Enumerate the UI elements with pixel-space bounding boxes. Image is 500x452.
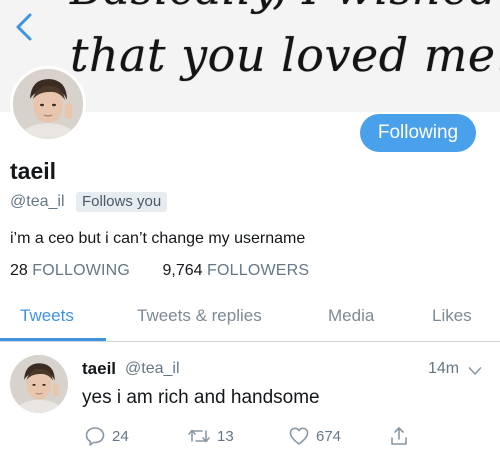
banner-text-line-2: that you loved me.	[70, 28, 500, 82]
following-button[interactable]: Following	[360, 114, 476, 152]
chevron-down-icon	[468, 367, 482, 375]
avatar-photo	[13, 69, 83, 139]
retweet-count: 13	[217, 427, 234, 445]
tab-tweets[interactable]: Tweets	[20, 306, 74, 326]
back-button[interactable]	[10, 10, 40, 44]
followers-count: 9,764	[162, 262, 203, 279]
followers-label: FOLLOWERS	[207, 262, 310, 279]
share-button[interactable]	[388, 425, 410, 447]
tweet-avatar[interactable]	[10, 355, 68, 413]
tab-likes[interactable]: Likes	[432, 306, 472, 326]
profile-bio: i’m a ceo but i can’t change my username	[10, 230, 306, 247]
reply-button[interactable]: 24	[84, 425, 129, 447]
follows-you-badge: Follows you	[76, 192, 168, 212]
profile-avatar[interactable]	[10, 66, 86, 142]
display-name: taeil	[10, 158, 57, 184]
tweet-avatar-photo	[10, 355, 68, 413]
profile-tabs: Tweets Tweets & replies Media Likes	[0, 298, 500, 342]
chevron-left-icon	[16, 13, 32, 41]
reply-count: 24	[112, 427, 129, 445]
following-label: FOLLOWING	[32, 262, 131, 279]
tweet-timestamp: 14m	[428, 360, 460, 377]
tweet-menu-button[interactable]	[468, 363, 482, 375]
followers-stat[interactable]: 9,764 FOLLOWERS	[163, 262, 310, 280]
tab-tweets-and-replies[interactable]: Tweets & replies	[137, 306, 262, 326]
active-tab-indicator	[0, 338, 106, 341]
following-stat[interactable]: 28 FOLLOWING	[10, 262, 130, 280]
retweet-button[interactable]: 13	[187, 425, 234, 447]
heart-icon	[289, 427, 309, 445]
like-count: 674	[316, 427, 342, 445]
tab-media[interactable]: Media	[328, 306, 374, 326]
tweet-item[interactable]: taeil @tea_il 14m yes i am rich and hand…	[0, 343, 500, 452]
banner-text-line-1: Basically, I wished	[70, 0, 498, 15]
tweet-text: yes i am rich and handsome	[82, 387, 320, 408]
reply-bubble-icon	[85, 427, 105, 446]
profile-stats: 28 FOLLOWING 9,764 FOLLOWERS	[10, 262, 309, 280]
tweet-author-name[interactable]: taeil	[82, 359, 116, 379]
profile-handle: @tea_il	[10, 193, 65, 210]
tweet-author-handle: @tea_il	[125, 360, 180, 377]
like-button[interactable]: 674	[288, 425, 341, 447]
share-icon	[391, 427, 407, 445]
following-count: 28	[10, 262, 28, 279]
retweet-icon	[188, 429, 210, 443]
